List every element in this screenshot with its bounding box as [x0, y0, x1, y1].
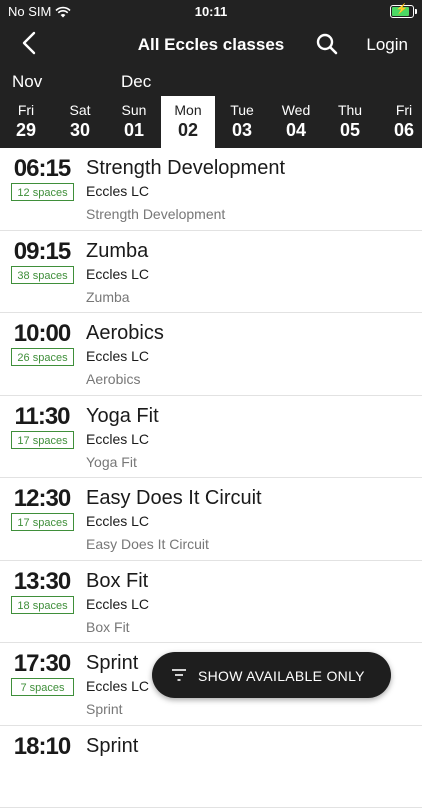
day-weekday: Sun: [107, 102, 161, 118]
month-row: Nov Dec: [0, 64, 422, 96]
day-tab[interactable]: Thu 05: [323, 96, 377, 148]
class-name: Zumba: [86, 240, 148, 263]
day-weekday: Thu: [323, 102, 377, 118]
class-name: Box Fit: [86, 570, 148, 593]
class-time: 06:15: [8, 155, 76, 183]
show-available-only-button[interactable]: SHOW AVAILABLE ONLY: [152, 652, 391, 698]
day-selector: Fri29Sat30Sun01Mon02Tue03Wed04Thu05Fri06: [0, 96, 422, 148]
day-weekday: Fri: [0, 102, 53, 118]
spaces-badge: 26 spaces: [11, 348, 74, 366]
spaces-badge: 17 spaces: [11, 431, 74, 449]
spaces-badge: 7 spaces: [11, 678, 74, 696]
class-venue: Eccles LC: [86, 513, 149, 529]
class-time: 18:10: [8, 733, 76, 761]
day-number: 29: [0, 120, 53, 141]
day-weekday: Fri: [377, 102, 422, 118]
back-chevron-icon[interactable]: [14, 28, 44, 58]
class-name: Sprint: [86, 735, 138, 758]
spaces-badge: 12 spaces: [11, 183, 74, 201]
class-venue: Eccles LC: [86, 431, 149, 447]
class-name: Easy Does It Circuit: [86, 487, 262, 510]
class-list: 06:1512 spaces Strength Development Eccles…: [0, 148, 422, 808]
class-row[interactable]: 18:10 Sprint: [0, 726, 422, 808]
day-number: 30: [53, 120, 107, 141]
nav-bar: All Eccles classes Login: [0, 24, 422, 64]
class-venue: Eccles LC: [86, 266, 149, 282]
month-label-nov: Nov: [12, 72, 42, 92]
day-weekday: Sat: [53, 102, 107, 118]
day-tab[interactable]: Fri 06: [377, 96, 422, 148]
class-row[interactable]: 13:3018 spaces Box Fit Eccles LC Box Fit: [0, 561, 422, 644]
spaces-badge: 38 spaces: [11, 266, 74, 284]
day-number: 03: [215, 120, 269, 141]
class-type: Yoga Fit: [86, 454, 137, 470]
day-number: 05: [323, 120, 377, 141]
class-venue: Eccles LC: [86, 183, 149, 199]
class-row[interactable]: 06:1512 spaces Strength Development Eccles…: [0, 148, 422, 231]
class-name: Strength Development: [86, 157, 285, 180]
class-row[interactable]: 09:1538 spaces Zumba Eccles LC Zumba: [0, 231, 422, 314]
day-tab[interactable]: Tue 03: [215, 96, 269, 148]
class-type: Box Fit: [86, 619, 130, 635]
class-row[interactable]: 10:0026 spaces Aerobics Eccles LC Aerobics: [0, 313, 422, 396]
day-weekday: Wed: [269, 102, 323, 118]
day-number: 04: [269, 120, 323, 141]
search-icon[interactable]: [314, 31, 340, 57]
day-tab[interactable]: Wed 04: [269, 96, 323, 148]
class-row[interactable]: 11:3017 spaces Yoga Fit Eccles LC Yoga Fit: [0, 396, 422, 479]
day-tab[interactable]: Fri 29: [0, 96, 53, 148]
class-time: 09:15: [8, 238, 76, 266]
day-weekday: Mon: [161, 102, 215, 118]
class-venue: Eccles LC: [86, 348, 149, 364]
class-name: Aerobics: [86, 322, 164, 345]
day-tab[interactable]: Sat 30: [53, 96, 107, 148]
day-tab[interactable]: Sun 01: [107, 96, 161, 148]
spaces-badge: 18 spaces: [11, 596, 74, 614]
class-venue: Eccles LC: [86, 678, 149, 694]
day-number: 01: [107, 120, 161, 141]
day-number: 02: [161, 120, 215, 141]
class-type: Aerobics: [86, 371, 140, 387]
month-label-dec: Dec: [121, 72, 151, 92]
class-name: Yoga Fit: [86, 405, 159, 428]
class-name: Sprint: [86, 652, 138, 675]
class-row[interactable]: 12:3017 spaces Easy Does It Circuit Eccles…: [0, 478, 422, 561]
status-bar: No SIM 10:11 ⚡: [0, 0, 422, 24]
spaces-badge: 17 spaces: [11, 513, 74, 531]
status-time: 10:11: [0, 4, 422, 19]
class-time: 11:30: [8, 403, 76, 431]
class-type: Zumba: [86, 289, 130, 305]
class-type: Easy Does It Circuit: [86, 536, 209, 552]
page-title: All Eccles classes: [0, 35, 422, 55]
filter-icon: [172, 668, 186, 682]
class-time: 10:00: [8, 320, 76, 348]
class-time: 13:30: [8, 568, 76, 596]
class-time: 17:30: [8, 650, 76, 678]
class-type: Sprint: [86, 701, 123, 717]
fab-label: SHOW AVAILABLE ONLY: [198, 668, 365, 684]
day-tab[interactable]: Mon 02: [161, 96, 215, 148]
class-time: 12:30: [8, 485, 76, 513]
class-type: Strength Development: [86, 206, 225, 222]
charging-icon: ⚡: [396, 4, 408, 15]
login-button[interactable]: Login: [366, 35, 408, 55]
day-weekday: Tue: [215, 102, 269, 118]
class-venue: Eccles LC: [86, 596, 149, 612]
day-number: 06: [377, 120, 422, 141]
